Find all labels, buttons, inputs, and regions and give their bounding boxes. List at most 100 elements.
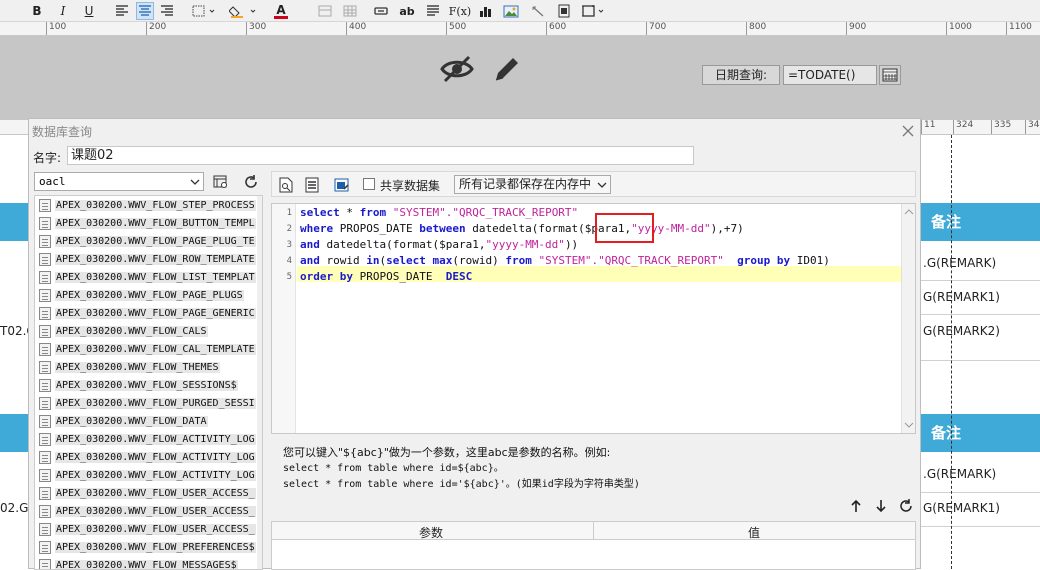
insert-frame-button[interactable] (580, 2, 606, 20)
preview-button[interactable] (276, 175, 296, 194)
table-cell: 02.G( (0, 501, 28, 515)
sql-text: PROPOS_DATE (353, 270, 446, 283)
table-icon (39, 541, 51, 554)
list-item[interactable]: APEX_030200.WWV_FLOW_PURGED_SESSI (35, 394, 262, 412)
refresh-params-button[interactable] (897, 497, 915, 515)
list-item[interactable]: APEX_030200.WWV_FLOW_BUTTON_TEMPL (35, 214, 262, 232)
row-divider (921, 526, 1040, 527)
insert-image-button[interactable] (502, 2, 520, 20)
date-query-input[interactable]: =TODATE() (783, 65, 877, 85)
line-number: 5 (272, 272, 292, 282)
share-dataset-checkbox[interactable] (363, 178, 375, 190)
column-divider (593, 522, 594, 540)
parameter-table-header: 参数 值 (272, 522, 915, 540)
merge-button[interactable] (316, 2, 334, 20)
insert-chart-button[interactable] (477, 2, 495, 20)
list-item[interactable]: APEX_030200.WWV_FLOW_ROW_TEMPLATE (35, 250, 262, 268)
align-left-button[interactable] (113, 2, 131, 20)
fill-color-button[interactable] (228, 2, 260, 20)
italic-button[interactable]: I (54, 2, 72, 20)
name-input[interactable]: 课题02 (67, 146, 694, 165)
ruler-tick: 335 (991, 120, 1011, 134)
list-item[interactable]: APEX_030200.WWV_FLOW_SESSIONS$ (35, 376, 262, 394)
list-item[interactable]: APEX_030200.WWV_FLOW_USER_ACCESS_ (35, 484, 262, 502)
sql-builder-button[interactable] (302, 175, 322, 194)
list-item[interactable]: APEX_030200.WWV_FLOW_ACTIVITY_LOG (35, 448, 262, 466)
list-item[interactable]: APEX_030200.WWV_FLOW_PAGE_PLUG_TE (35, 232, 262, 250)
datasource-select[interactable]: oacl (34, 172, 204, 191)
sheet-background-left: T02.C 02.G( (0, 120, 28, 569)
merge-icon (318, 5, 332, 17)
grid-button[interactable] (341, 2, 359, 20)
list-item[interactable]: APEX_030200.WWV_FLOW_CALS (35, 322, 262, 340)
list-item[interactable]: APEX_030200.WWV_FLOW_MESSAGES$ (35, 556, 262, 570)
line-number: 3 (272, 240, 292, 250)
font-color-button[interactable]: A (266, 2, 296, 20)
arrow-up-icon (850, 499, 862, 513)
list-item[interactable]: APEX_030200.WWV_FLOW_STEP_PROCESS (35, 196, 262, 214)
row-divider (921, 360, 1040, 361)
datasource-value: oacl (39, 175, 66, 188)
ruler-tick: 400 (346, 22, 366, 36)
insert-paragraph-button[interactable] (424, 2, 442, 20)
row-divider (921, 492, 1040, 493)
list-item[interactable]: APEX_030200.WWV_FLOW_LIST_TEMPLAT (35, 268, 262, 286)
sql-text: (rowid) (452, 254, 505, 267)
table-icon (39, 199, 51, 212)
line-number-gutter: 1 2 3 4 5 (272, 204, 296, 433)
insert-link-button[interactable] (372, 2, 390, 20)
list-item[interactable]: APEX_030200.WWV_FLOW_USER_ACCESS_ (35, 520, 262, 538)
list-item[interactable]: APEX_030200.WWV_FLOW_ACTIVITY_LOG (35, 466, 262, 484)
align-right-button[interactable] (158, 2, 176, 20)
insert-formula-button[interactable]: F(x) (449, 2, 471, 20)
list-item-label: APEX_030200.WWV_FLOW_PAGE_GENERIC (55, 308, 256, 319)
insert-barcode-button[interactable] (555, 2, 573, 20)
list-item[interactable]: APEX_030200.WWV_FLOW_PAGE_GENERIC (35, 304, 262, 322)
query-settings-button[interactable] (332, 175, 352, 194)
list-item[interactable]: APEX_030200.WWV_FLOW_PAGE_PLUGS (35, 286, 262, 304)
editor-scrollbar[interactable] (901, 204, 915, 433)
list-item[interactable]: APEX_030200.WWV_FLOW_USER_ACCESS_ (35, 502, 262, 520)
underline-button[interactable]: U (80, 2, 98, 20)
ruler-tick: 34 (1025, 120, 1039, 134)
bold-button[interactable]: B (28, 2, 46, 20)
diagonal-line-icon (531, 5, 545, 17)
sql-keyword: in (366, 254, 379, 267)
list-item[interactable]: APEX_030200.WWV_FLOW_PREFERENCES$ (35, 538, 262, 556)
sql-editor[interactable]: 1 2 3 4 5 select * from "SYSTEM"."QRQC_T… (271, 203, 916, 434)
insert-text-button[interactable]: ab (398, 2, 416, 20)
edit-pencil-icon[interactable] (492, 54, 522, 87)
share-dataset-label: 共享数据集 (380, 177, 440, 194)
font-color-swatch (274, 16, 288, 19)
table-filter-button[interactable] (211, 172, 231, 191)
hide-eye-icon[interactable] (440, 54, 474, 87)
chevron-down-icon (190, 173, 200, 190)
table-list[interactable]: APEX_030200.WWV_FLOW_STEP_PROCESS APEX_0… (34, 195, 263, 570)
list-item[interactable]: APEX_030200.WWV_FLOW_ACTIVITY_LOG (35, 430, 262, 448)
storage-mode-select[interactable]: 所有记录都保存在内存中 (454, 175, 611, 194)
close-button[interactable] (902, 121, 914, 141)
table-cell: G(REMARK1) (923, 290, 1000, 304)
align-center-button[interactable] (136, 2, 154, 20)
table-icon (39, 325, 51, 338)
param-value-column-header[interactable]: 值 (748, 524, 760, 541)
ruler-tick: 700 (646, 22, 666, 36)
move-down-button[interactable] (872, 497, 890, 515)
table-list-scrollbar[interactable] (257, 196, 263, 569)
param-name-column-header[interactable]: 参数 (419, 524, 443, 541)
list-item[interactable]: APEX_030200.WWV_FLOW_THEMES (35, 358, 262, 376)
table-icon (39, 469, 51, 482)
list-item[interactable]: APEX_030200.WWV_FLOW_DATA (35, 412, 262, 430)
insert-line-button[interactable] (529, 2, 547, 20)
date-picker-button[interactable] (879, 65, 901, 85)
line-number: 1 (272, 208, 292, 218)
ruler-tick: 500 (446, 22, 466, 36)
refresh-tables-button[interactable] (241, 172, 261, 191)
window-edit-icon (334, 177, 350, 193)
border-button[interactable] (190, 2, 218, 20)
table-icon (39, 343, 51, 356)
table-icon (39, 415, 51, 428)
list-item[interactable]: APEX_030200.WWV_FLOW_CAL_TEMPLATE (35, 340, 262, 358)
move-up-button[interactable] (847, 497, 865, 515)
ruler-left (0, 120, 28, 135)
